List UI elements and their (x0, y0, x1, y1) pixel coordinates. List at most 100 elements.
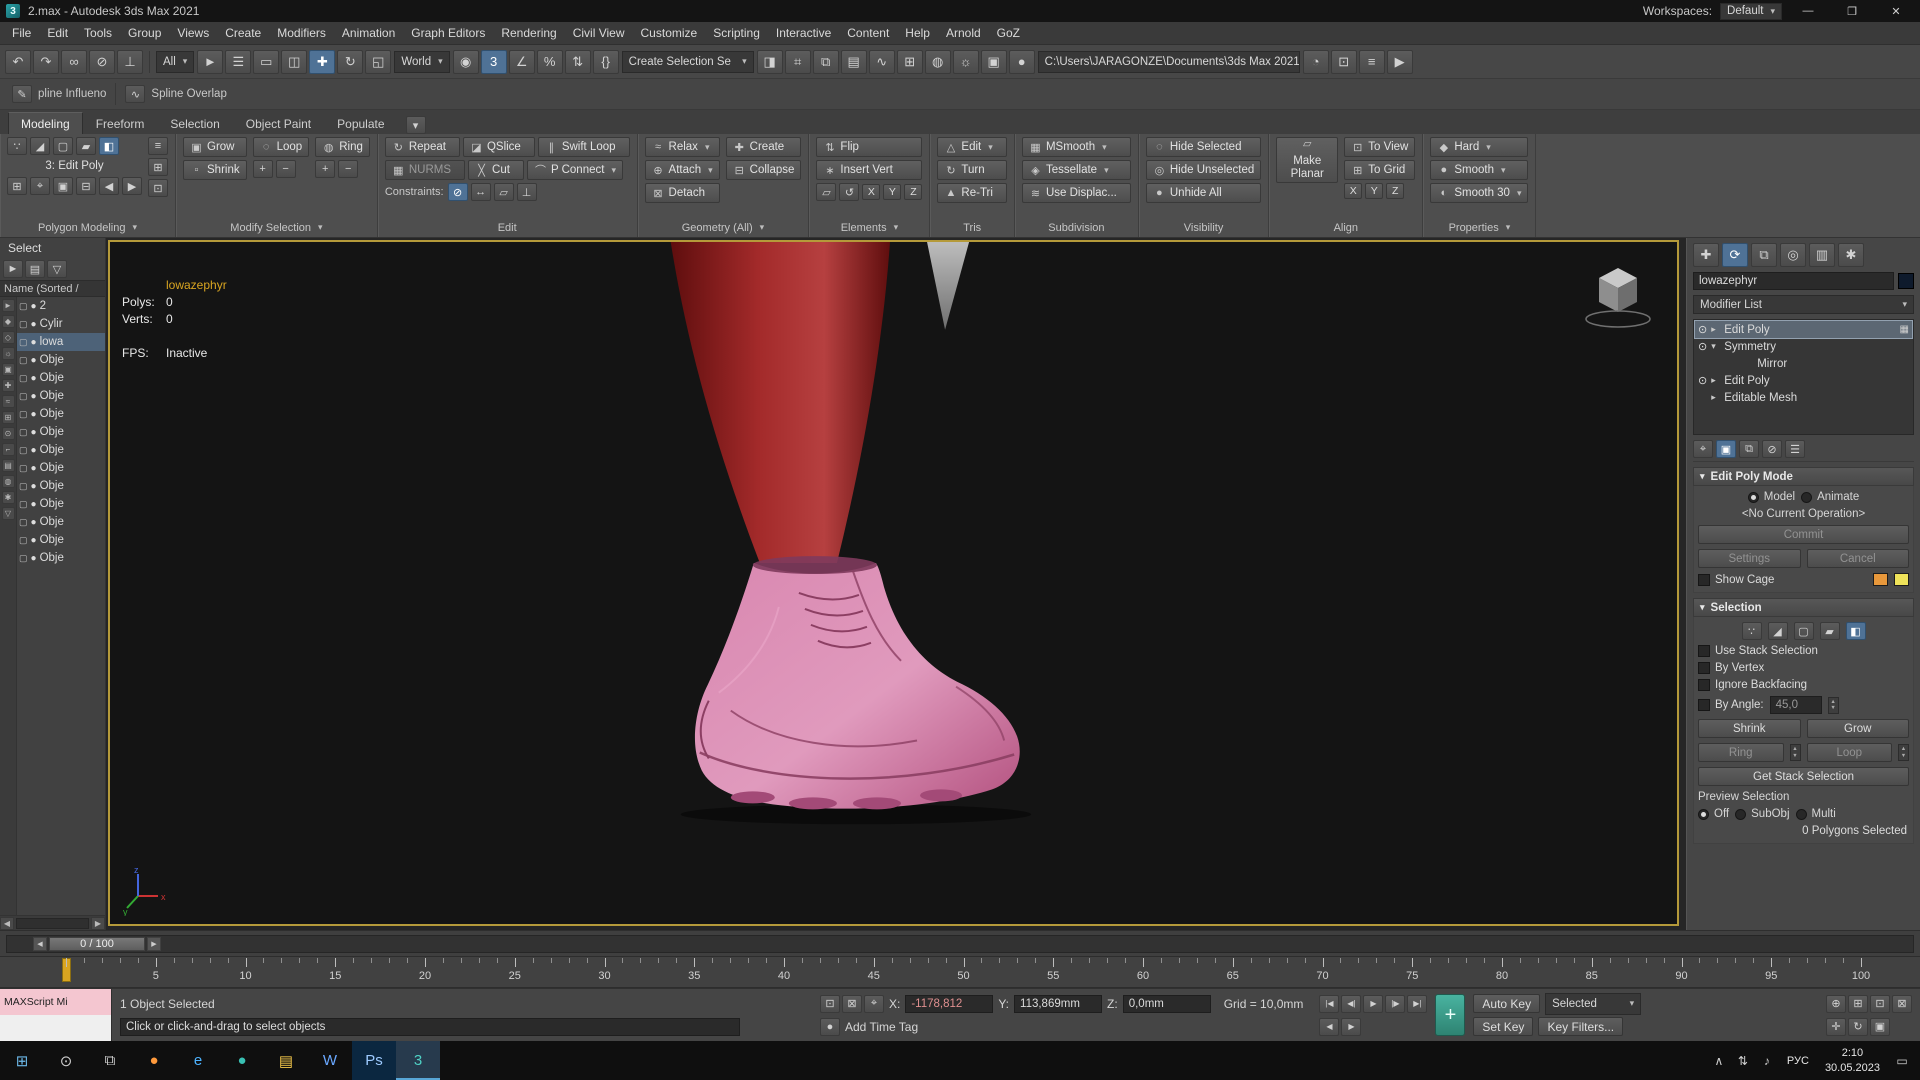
element-mode-icon[interactable]: ◧ (1846, 622, 1866, 640)
task-view-icon[interactable]: ⧉ (88, 1041, 132, 1080)
menu-item[interactable]: Civil View (565, 23, 633, 43)
explorer-select-menu[interactable]: Select (0, 238, 105, 258)
menu-item[interactable]: Content (839, 23, 897, 43)
panel-label-geometry[interactable]: Geometry (All)▾ (645, 218, 802, 237)
polygon-subobject-icon[interactable]: ▰ (76, 137, 96, 155)
tab-selection[interactable]: Selection (157, 112, 232, 134)
menu-item[interactable]: Animation (334, 23, 403, 43)
time-slider-handle[interactable]: 0 / 100 (49, 937, 145, 951)
display-groups-icon[interactable]: ⊞ (2, 411, 15, 424)
hide-unselected-button[interactable]: ◎Hide Unselected (1146, 160, 1261, 180)
search-icon[interactable]: ⊙ (44, 1041, 88, 1080)
shrink-button[interactable]: ▫Shrink (183, 160, 247, 180)
zoom-icon[interactable]: ⊕ (1826, 995, 1846, 1013)
p-connect-button[interactable]: ⌒P Connect▾ (527, 160, 623, 180)
play-button[interactable]: ▶ (1363, 995, 1383, 1013)
object-color-swatch[interactable] (1898, 273, 1914, 289)
pin-stack-icon[interactable]: ⌖ (1693, 440, 1713, 458)
constraint-face-icon[interactable]: ▱ (494, 183, 514, 201)
go-to-end-button[interactable]: ▶| (1407, 995, 1427, 1013)
open-autodesk-app-icon[interactable]: ⊡ (1331, 50, 1357, 74)
select-and-scale-icon[interactable]: ◱ (365, 50, 391, 74)
explorer-horizontal-scrollbar[interactable]: ◀ ▶ (0, 915, 105, 930)
object-visibility-icon[interactable]: ● (31, 535, 37, 546)
by-angle-checkbox[interactable]: By Angle: (1698, 699, 1764, 711)
angle-snap-icon[interactable]: ∠ (509, 50, 535, 74)
menu-item[interactable]: GoZ (989, 23, 1028, 43)
scene-object-row[interactable]: ▢ ● Obje (17, 405, 105, 423)
menu-item[interactable]: Arnold (938, 23, 989, 43)
display-tab-icon[interactable]: ▥ (1809, 243, 1835, 267)
border-mode-icon[interactable]: ▢ (1794, 622, 1814, 640)
key-filters-button[interactable]: Key Filters... (1538, 1017, 1623, 1036)
reference-coordinate-dropdown[interactable]: World▾ (394, 51, 449, 73)
re-tri-button[interactable]: ▲Re-Tri (937, 183, 1007, 203)
viewport-canvas[interactable] (110, 242, 1677, 924)
toggle-ribbon-icon[interactable]: ▤ (841, 50, 867, 74)
make-planar-button[interactable]: ▱Make Planar (1276, 137, 1338, 183)
by-angle-spinner[interactable]: ▲▼ (1828, 697, 1839, 714)
loop-spinner[interactable]: ▲▼ (1898, 744, 1909, 761)
repeat-button[interactable]: ↻Repeat (385, 137, 460, 157)
spline-influence-icon[interactable]: ✎ (12, 85, 32, 103)
tab-object-paint[interactable]: Object Paint (233, 112, 324, 134)
align-z-button[interactable]: Z (1386, 183, 1404, 199)
utilities-tab-icon[interactable]: ✱ (1838, 243, 1864, 267)
set-key-button[interactable]: Set Key (1473, 1017, 1533, 1036)
loop-selection-button[interactable]: Loop (1807, 743, 1893, 762)
menu-item[interactable]: Group (120, 23, 169, 43)
state-sets-icon[interactable]: ▶ (1387, 50, 1413, 74)
zoom-extents-icon[interactable]: ⊡ (1870, 995, 1890, 1013)
cage-color-swatch[interactable] (1873, 573, 1888, 586)
layer-manager-icon[interactable]: ⧉ (813, 50, 839, 74)
menu-item[interactable]: Create (217, 23, 269, 43)
swift-loop-button[interactable]: ∥Swift Loop (538, 137, 630, 157)
scroll-left-icon[interactable]: ◀ (0, 917, 14, 930)
pin-selection-icon[interactable]: ⊡ (148, 179, 168, 197)
display-containers-icon[interactable]: ▤ (2, 459, 15, 472)
constraint-none-icon[interactable]: ⊘ (448, 183, 468, 201)
menu-item[interactable]: Customize (633, 23, 706, 43)
menu-item[interactable]: Help (897, 23, 938, 43)
grow-button[interactable]: ▣Grow (183, 137, 247, 157)
next-frame-arrow-icon[interactable]: ▶ (147, 937, 161, 951)
y-coordinate-field[interactable]: 113,869mm (1014, 995, 1102, 1013)
ring-spinner[interactable]: ▲▼ (1790, 744, 1801, 761)
selection-lock-toggle-icon[interactable]: ⊠ (842, 995, 862, 1013)
photoshop-icon[interactable]: Ps (352, 1041, 396, 1080)
smooth-button[interactable]: ●Smooth▾ (1430, 160, 1528, 180)
by-angle-field[interactable]: 45,0 (1770, 696, 1822, 714)
object-visibility-icon[interactable]: ● (31, 409, 37, 420)
window-crossing-icon[interactable]: ◫ (281, 50, 307, 74)
panel-label-properties[interactable]: Properties▾ (1430, 218, 1528, 237)
scene-object-row[interactable]: ▢ ● Obje (17, 387, 105, 405)
menu-item[interactable]: File (4, 23, 39, 43)
remove-modifier-icon[interactable]: ⊘ (1762, 440, 1782, 458)
preserve-uvs-icon[interactable]: ⊞ (7, 177, 27, 195)
model-radio[interactable]: Model (1748, 491, 1795, 503)
menu-item[interactable]: Edit (39, 23, 76, 43)
rendered-frame-window-icon[interactable]: ▣ (981, 50, 1007, 74)
scroll-right-icon[interactable]: ▶ (91, 917, 105, 930)
hierarchy-tab-icon[interactable]: ⧉ (1751, 243, 1777, 267)
edge-subobject-icon[interactable]: ◢ (30, 137, 50, 155)
notification-center-icon[interactable]: ▭ (1890, 1054, 1914, 1068)
elements-z-toggle[interactable]: Z (904, 184, 922, 200)
stack-editable-mesh[interactable]: ⊙ ▸ Editable Mesh (1695, 389, 1912, 406)
scene-object-row[interactable]: ▢ ● Obje (17, 549, 105, 567)
use-pivot-center-icon[interactable]: ◉ (453, 50, 479, 74)
object-visibility-icon[interactable]: ● (31, 355, 37, 366)
start-button[interactable]: ⊞ (0, 1041, 44, 1080)
reset-plane-icon[interactable]: ↺ (839, 183, 859, 201)
expand-icon[interactable]: ▸ (1711, 324, 1720, 335)
z-coordinate-field[interactable]: 0,0mm (1123, 995, 1211, 1013)
menu-item[interactable]: Modifiers (269, 23, 334, 43)
edit-named-selection-sets-icon[interactable]: {} (593, 50, 619, 74)
stack-edit-poly-1[interactable]: ⊙ ▸ Edit Poly ▦ (1695, 321, 1912, 338)
attach-button[interactable]: ⊕Attach▾ (645, 160, 720, 180)
display-bones-icon[interactable]: ⌐ (2, 443, 15, 456)
perspective-viewport[interactable]: lowazephyr Polys:0 Verts:0 FPS:Inactive (108, 240, 1679, 926)
isolate-selection-toggle-icon[interactable]: ⊡ (820, 995, 840, 1013)
ring-button[interactable]: ◍Ring (315, 137, 370, 157)
scene-object-row[interactable]: ▢ ● Obje (17, 423, 105, 441)
